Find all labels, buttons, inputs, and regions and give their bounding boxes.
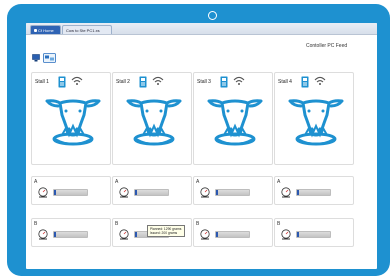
feed-progress-bar (134, 189, 169, 196)
cow-feeding-icon (45, 99, 101, 146)
scale-gauge-icon (38, 187, 48, 198)
scale-gauge-icon (119, 229, 129, 240)
feeder-b-panel[interactable]: B (193, 218, 273, 247)
feeder-a-panel[interactable]: A (193, 176, 273, 205)
wifi-icon (233, 76, 245, 85)
scale-gauge-icon (200, 187, 210, 198)
feeder-unit-icon[interactable] (220, 76, 228, 88)
feeder-label: A (34, 179, 38, 185)
stall-3: Stall 3 A B (193, 72, 273, 258)
feeder-a-panel[interactable]: A (112, 176, 192, 205)
feeder-label: A (277, 179, 281, 185)
feeder-label: A (115, 179, 119, 185)
feeder-a-panel[interactable]: A (274, 176, 354, 205)
feeder-unit-icon[interactable] (139, 76, 147, 88)
camera-icon (208, 11, 217, 20)
app-title: Contoller PC Feed (306, 43, 348, 49)
feeder-label: B (277, 221, 281, 227)
scale-gauge-icon (281, 229, 291, 240)
stall-label: Stall 2 (116, 79, 130, 85)
cow-feeding-icon (126, 99, 182, 146)
feeder-label: B (196, 221, 200, 227)
stall-1: Stall 1 A B (31, 72, 111, 258)
scale-gauge-icon (281, 187, 291, 198)
feed-progress-bar (215, 189, 250, 196)
stall-label: Stall 4 (278, 79, 292, 85)
monitor-icon[interactable] (32, 54, 40, 62)
app-icon (34, 29, 37, 33)
feeder-label: B (34, 221, 38, 227)
tab-file-label: Cow to Ste PC1.xs (66, 28, 100, 33)
feeder-label: A (196, 179, 200, 185)
tab-home[interactable]: Cf Home (30, 25, 61, 34)
tablet-frame: Cf Home Cow to Ste PC1.xs Contoller PC F… (7, 4, 390, 276)
wifi-icon (152, 76, 164, 85)
feeder-b-panel[interactable]: B (31, 218, 111, 247)
cow-feeding-icon (288, 99, 344, 146)
scale-gauge-icon (119, 187, 129, 198)
feed-progress-fill (297, 232, 299, 237)
tab-home-label: Cf Home (38, 28, 54, 33)
stall-4: Stall 4 A B (274, 72, 354, 258)
tooltip-issued: Issued: 200 grams (150, 231, 178, 235)
app-screen: Cf Home Cow to Ste PC1.xs Contoller PC F… (26, 23, 377, 269)
cow-feeding-icon (207, 99, 263, 146)
feed-progress-fill (216, 190, 218, 195)
feeder-a-panel[interactable]: A (31, 176, 111, 205)
scale-gauge-icon (38, 229, 48, 240)
tab-file[interactable]: Cow to Ste PC1.xs (62, 25, 112, 34)
feed-progress-fill (297, 190, 299, 195)
feeder-unit-icon[interactable] (301, 76, 309, 88)
feed-progress-bar (296, 231, 331, 238)
feed-progress-bar (53, 189, 88, 196)
feeder-unit-icon[interactable] (58, 76, 66, 88)
stall-label: Stall 3 (197, 79, 211, 85)
stall-card[interactable]: Stall 4 (274, 72, 354, 165)
feeder-b-panel[interactable]: B (274, 218, 354, 247)
stall-card[interactable]: Stall 3 (193, 72, 273, 165)
feed-progress-fill (216, 232, 218, 237)
feeding-tooltip: Planned: 1290 grams Issued: 200 grams (147, 225, 185, 237)
feed-progress-bar (53, 231, 88, 238)
network-settings-icon[interactable] (43, 53, 56, 63)
scale-gauge-icon (200, 229, 210, 240)
feed-progress-fill (135, 232, 137, 237)
feed-progress-fill (135, 190, 137, 195)
wifi-icon (71, 76, 83, 85)
window-tab-bar: Cf Home Cow to Ste PC1.xs (26, 23, 377, 35)
wifi-icon (314, 76, 326, 85)
feeder-label: B (115, 221, 119, 227)
feed-progress-bar (215, 231, 250, 238)
feed-progress-bar (296, 189, 331, 196)
feed-progress-fill (54, 232, 56, 237)
feed-progress-fill (54, 190, 56, 195)
stall-label: Stall 1 (35, 79, 49, 85)
stall-card[interactable]: Stall 2 (112, 72, 192, 165)
stall-card[interactable]: Stall 1 (31, 72, 111, 165)
